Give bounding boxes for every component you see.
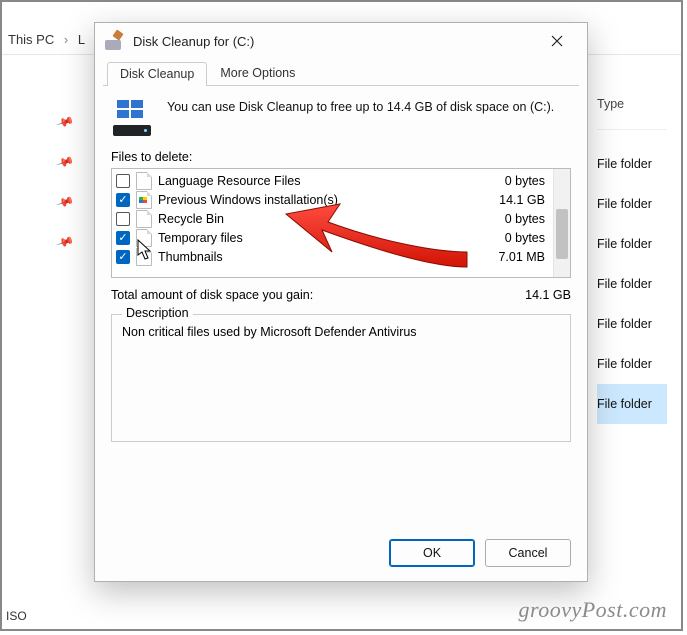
description-group: Description Non critical files used by M… bbox=[111, 314, 571, 442]
pin-icon: 📌 bbox=[44, 193, 74, 236]
file-checkbox[interactable] bbox=[116, 212, 130, 226]
close-button[interactable] bbox=[537, 27, 577, 55]
drive-windows-icon bbox=[111, 100, 155, 136]
close-icon bbox=[551, 35, 563, 47]
explorer-row-type[interactable]: File folder bbox=[597, 264, 667, 304]
file-row-size: 0 bytes bbox=[475, 174, 549, 188]
file-checkbox[interactable]: ✓ bbox=[116, 193, 130, 207]
description-text: Non critical files used by Microsoft Def… bbox=[122, 325, 560, 339]
file-row-label: Thumbnails bbox=[158, 250, 469, 264]
file-checkbox[interactable]: ✓ bbox=[116, 250, 130, 264]
total-space-label: Total amount of disk space you gain: bbox=[111, 288, 313, 302]
window-title: Disk Cleanup for (C:) bbox=[133, 34, 537, 49]
file-row-size: 7.01 MB bbox=[475, 250, 549, 264]
file-row-size: 14.1 GB bbox=[475, 193, 549, 207]
disk-cleanup-dialog: Disk Cleanup for (C:) Disk Cleanup More … bbox=[94, 22, 588, 582]
cleanup-summary-text: You can use Disk Cleanup to free up to 1… bbox=[167, 98, 554, 136]
tab-more-options[interactable]: More Options bbox=[207, 61, 308, 85]
file-row-label: Previous Windows installation(s) bbox=[158, 193, 469, 207]
explorer-row-type[interactable]: File folder bbox=[597, 384, 667, 424]
pin-icon: 📌 bbox=[44, 113, 74, 156]
pin-icon: 📌 bbox=[44, 233, 74, 276]
list-scrollbar[interactable] bbox=[553, 169, 570, 277]
breadcrumb-root[interactable]: This PC bbox=[8, 32, 54, 47]
file-row-label: Language Resource Files bbox=[158, 174, 469, 188]
file-icon bbox=[136, 248, 152, 266]
file-row-label: Recycle Bin bbox=[158, 212, 469, 226]
explorer-row-type[interactable]: File folder bbox=[597, 144, 667, 184]
file-row-size: 0 bytes bbox=[475, 212, 549, 226]
files-to-delete-list: Language Resource Files 0 bytes ✓ Previous … bbox=[111, 168, 571, 278]
file-row[interactable]: ✓ Thumbnails 7.01 MB bbox=[116, 247, 549, 266]
file-checkbox[interactable]: ✓ bbox=[116, 231, 130, 245]
dialog-button-row: OK Cancel bbox=[389, 539, 571, 567]
file-icon bbox=[136, 210, 152, 228]
file-row[interactable]: Language Resource Files 0 bytes bbox=[116, 171, 549, 190]
titlebar[interactable]: Disk Cleanup for (C:) bbox=[95, 23, 587, 59]
explorer-row-type[interactable]: File folder bbox=[597, 344, 667, 384]
ok-button[interactable]: OK bbox=[389, 539, 475, 567]
file-row[interactable]: Recycle Bin 0 bytes bbox=[116, 209, 549, 228]
breadcrumb[interactable]: This PC › L bbox=[8, 32, 85, 47]
scrollbar-thumb[interactable] bbox=[556, 209, 568, 259]
tabstrip: Disk Cleanup More Options bbox=[103, 59, 579, 86]
cancel-button[interactable]: Cancel bbox=[485, 539, 571, 567]
file-row[interactable]: ✓ Temporary files 0 bytes bbox=[116, 228, 549, 247]
breadcrumb-next[interactable]: L bbox=[78, 32, 85, 47]
file-row-size: 0 bytes bbox=[475, 231, 549, 245]
breadcrumb-separator-icon: › bbox=[64, 32, 68, 47]
disk-cleanup-icon bbox=[105, 32, 123, 50]
files-to-delete-label: Files to delete: bbox=[111, 150, 571, 164]
tab-disk-cleanup[interactable]: Disk Cleanup bbox=[107, 62, 207, 86]
pin-icon: 📌 bbox=[44, 153, 74, 196]
file-row[interactable]: ✓ Previous Windows installation(s) 14.1 GB bbox=[116, 190, 549, 209]
total-space-value: 14.1 GB bbox=[525, 288, 571, 302]
file-icon bbox=[136, 229, 152, 247]
quick-access-pins: 📌 📌 📌 📌 bbox=[52, 114, 67, 274]
watermark: groovyPost.com bbox=[518, 597, 667, 623]
explorer-item-fragment: ISO bbox=[6, 609, 27, 623]
file-row-label: Temporary files bbox=[158, 231, 469, 245]
explorer-row-type[interactable]: File folder bbox=[597, 304, 667, 344]
windows-folder-icon bbox=[136, 191, 152, 209]
explorer-row-type[interactable]: File folder bbox=[597, 224, 667, 264]
description-legend: Description bbox=[122, 306, 193, 320]
explorer-row-type[interactable]: File folder bbox=[597, 184, 667, 224]
file-checkbox[interactable] bbox=[116, 174, 130, 188]
file-icon bbox=[136, 172, 152, 190]
tab-panel-disk-cleanup: You can use Disk Cleanup to free up to 1… bbox=[95, 86, 587, 442]
column-header-type[interactable]: Type bbox=[597, 97, 667, 130]
explorer-type-column: Type File folder File folder File folder… bbox=[597, 97, 667, 424]
